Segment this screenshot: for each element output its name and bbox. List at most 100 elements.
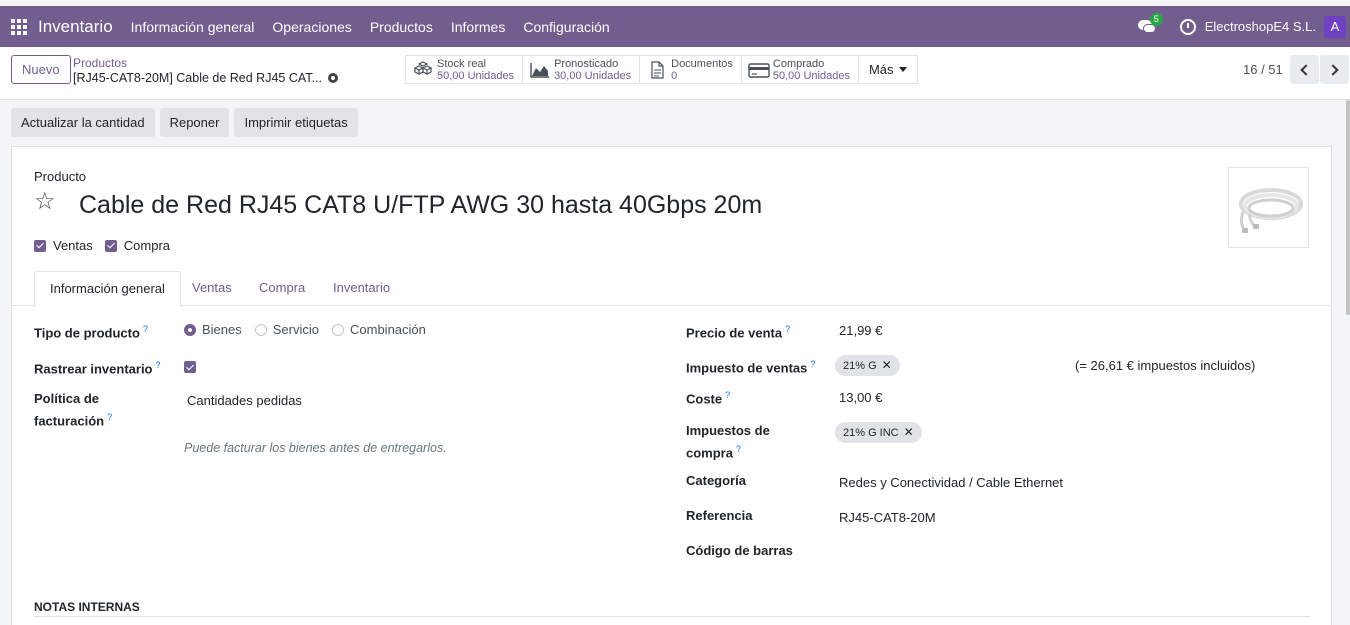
pager-previous-button[interactable] — [1290, 55, 1319, 84]
tab-ventas[interactable]: Ventas — [177, 271, 247, 306]
new-button[interactable]: Nuevo — [11, 55, 71, 84]
company-switcher[interactable]: ElectroshopE4 S.L. — [1205, 19, 1316, 34]
help-icon[interactable]: ? — [143, 324, 148, 334]
menu-informacion-general[interactable]: Información general — [131, 19, 255, 35]
radio-checked-icon — [184, 323, 196, 336]
main-navbar: Inventario Información general Operacion… — [0, 6, 1350, 47]
more-label: Más — [868, 62, 894, 77]
sales-tax-label: Impuesto de ventas? — [686, 355, 815, 377]
pager-value[interactable]: 16 / 51 — [1243, 62, 1283, 77]
more-dropdown-button[interactable]: Más — [857, 55, 918, 84]
internal-notes-heading: NOTAS INTERNAS — [34, 600, 140, 614]
menu-configuracion[interactable]: Configuración — [523, 19, 609, 35]
star-icon[interactable]: ☆ — [34, 190, 56, 214]
tab-compra[interactable]: Compra — [244, 271, 320, 306]
activity-clock-icon[interactable] — [1179, 18, 1196, 35]
menu-productos[interactable]: Productos — [370, 19, 433, 35]
app-switcher-icon[interactable] — [0, 6, 38, 47]
replenish-button[interactable]: Reponer — [159, 108, 230, 137]
tag-label: 21% G INC — [843, 427, 899, 439]
sale-price-label: Precio de venta? — [686, 320, 790, 342]
barcode-field[interactable] — [839, 545, 1139, 561]
can-be-purchased-checkbox[interactable] — [104, 239, 117, 252]
help-icon[interactable]: ? — [107, 412, 112, 422]
product-image[interactable] — [1228, 167, 1309, 248]
tag-label: 21% G — [843, 360, 877, 372]
purchase-tax-label-line1: Impuestos de — [686, 423, 770, 438]
product-form-sheet: Producto ☆ Cable de Red RJ45 CAT8 U/FTP … — [11, 146, 1332, 625]
option-label: Combinación — [350, 322, 426, 337]
cost-label: Coste? — [686, 386, 730, 408]
option-label: Bienes — [202, 322, 242, 337]
help-icon[interactable]: ? — [810, 359, 815, 369]
cubes-icon — [413, 60, 433, 75]
menu-operaciones[interactable]: Operaciones — [272, 19, 351, 35]
print-labels-button[interactable]: Imprimir etiquetas — [234, 108, 358, 137]
user-avatar[interactable]: A — [1324, 15, 1346, 38]
product-type-option-bienes[interactable]: Bienes — [184, 322, 242, 337]
purchase-tax-tag: 21% G INC ✕ — [835, 422, 922, 443]
stat-button-documentos[interactable]: Documentos 0 — [639, 55, 742, 84]
category-label: Categoría — [686, 473, 746, 488]
product-type-label-text: Tipo de producto — [34, 325, 140, 341]
form-tabs: Información general Ventas Compra Invent… — [12, 271, 1331, 307]
barcode-label: Código de barras — [686, 543, 793, 558]
can-be-sold-label: Ventas — [53, 238, 93, 253]
stat-value: 30,00 Unidades — [554, 69, 632, 82]
sale-price-field[interactable]: 21,99 € — [839, 323, 882, 338]
help-icon[interactable]: ? — [725, 390, 730, 400]
stat-value: 50,00 Unidades — [772, 69, 850, 82]
document-icon — [651, 60, 664, 79]
track-inventory-label: Rastrear inventario? — [34, 356, 161, 378]
category-field[interactable]: Redes y Conectividad / Cable Ethernet — [839, 475, 1063, 490]
cost-label-text: Coste — [686, 391, 723, 407]
track-inventory-checkbox[interactable] — [184, 361, 196, 373]
page-scrollbar[interactable] — [1346, 100, 1350, 315]
help-icon[interactable]: ? — [785, 324, 790, 334]
app-name[interactable]: Inventario — [38, 17, 113, 37]
stat-label: Stock real — [437, 57, 486, 70]
chevron-right-icon — [1327, 63, 1339, 76]
breadcrumb-current: [RJ45-CAT8-20M] Cable de Red RJ45 CAT... — [73, 71, 338, 85]
product-type-label: Tipo de producto? — [34, 320, 148, 342]
stat-value: 50,00 Unidades — [437, 69, 515, 82]
remove-tag-icon[interactable]: ✕ — [904, 425, 914, 439]
update-quantity-button[interactable]: Actualizar la cantidad — [11, 108, 155, 137]
messages-icon[interactable]: 5 — [1137, 12, 1163, 36]
tab-informacion-general[interactable]: Información general — [34, 271, 181, 307]
sales-tax-label-text: Impuesto de ventas — [686, 360, 808, 376]
invoice-policy-label-line1: Política de — [34, 391, 100, 406]
stat-button-stock-real[interactable]: Stock real 50,00 Unidades — [405, 55, 524, 84]
stat-button-pronosticado[interactable]: Pronosticado 30,00 Unidades — [522, 55, 641, 84]
product-name[interactable]: Cable de Red RJ45 CAT8 U/FTP AWG 30 hast… — [79, 191, 762, 220]
tax-included-note: (= 26,61 € impuestos incluidos) — [1075, 358, 1256, 373]
product-flags: Ventas Compra — [34, 238, 182, 253]
notes-divider — [34, 616, 1310, 617]
menu-informes[interactable]: Informes — [451, 19, 505, 35]
product-type-option-combinacion[interactable]: Combinación — [332, 322, 426, 337]
control-panel: Nuevo Productos [RJ45-CAT8-20M] Cable de… — [0, 47, 1350, 100]
product-label: Producto — [34, 169, 87, 184]
stat-label: Documentos — [671, 57, 733, 70]
product-type-option-servicio[interactable]: Servicio — [254, 322, 319, 337]
invoice-policy-select[interactable]: Cantidades pedidas — [187, 393, 302, 408]
gear-icon[interactable] — [327, 73, 338, 83]
reference-label: Referencia — [686, 508, 753, 523]
help-icon[interactable]: ? — [156, 360, 161, 370]
radio-unchecked-icon — [254, 323, 267, 336]
tab-inventario[interactable]: Inventario — [318, 271, 405, 306]
invoice-policy-label: Política de facturación? — [34, 389, 112, 430]
breadcrumb-parent[interactable]: Productos — [73, 56, 127, 70]
product-type-radio: Bienes Servicio Combinación — [184, 322, 439, 337]
help-icon[interactable]: ? — [736, 444, 741, 454]
option-label: Servicio — [272, 322, 319, 337]
stat-value: 0 — [671, 69, 678, 82]
pager-next-button[interactable] — [1320, 55, 1349, 84]
invoice-policy-help: Puede facturar los bienes antes de entre… — [184, 441, 447, 455]
stat-button-comprado[interactable]: Comprado 50,00 Unidades — [740, 55, 859, 84]
reference-field[interactable]: RJ45-CAT8-20M — [839, 510, 936, 525]
remove-tag-icon[interactable]: ✕ — [882, 358, 892, 372]
smart-buttons: Stock real 50,00 Unidades Pronosticado 3… — [405, 55, 918, 84]
cost-field[interactable]: 13,00 € — [839, 390, 882, 405]
can-be-sold-checkbox[interactable] — [34, 239, 46, 252]
